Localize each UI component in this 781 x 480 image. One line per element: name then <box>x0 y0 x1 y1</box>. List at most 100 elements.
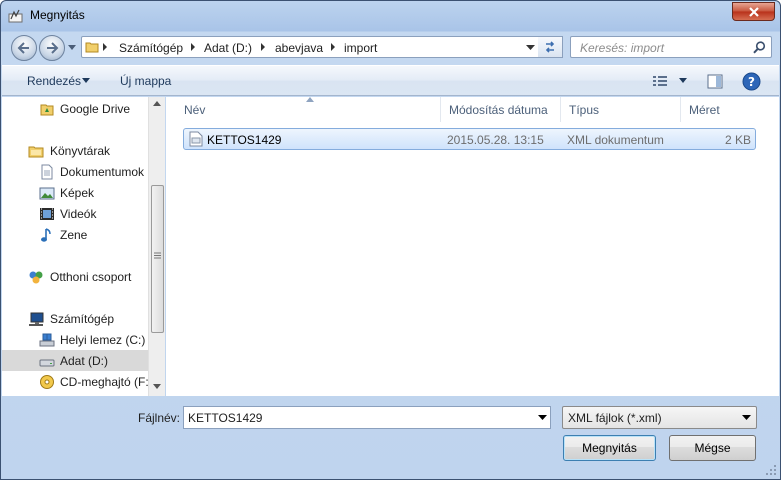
file-name: KETTOS1429 <box>207 133 282 147</box>
file-size: 2 KB <box>724 133 751 147</box>
column-header-type[interactable]: Típus <box>561 97 681 122</box>
chevron-right-icon <box>103 43 107 51</box>
open-file-dialog: Megnyitás Számítógép Adat (D:) abevjava … <box>0 0 781 480</box>
column-header-date[interactable]: Módosítás dátuma <box>441 97 561 122</box>
nav-label: CD-meghajtó (F: <box>60 375 148 389</box>
cd-drive-icon <box>40 375 54 389</box>
filename-input[interactable]: KETTOS1429 <box>183 406 551 429</box>
close-button[interactable] <box>732 2 775 21</box>
file-row[interactable]: KETTOS1429 2015.05.28. 13:15 XML dokumen… <box>183 128 756 150</box>
nav-item-videos[interactable]: Videók <box>2 203 148 224</box>
navigation-pane: Google Drive Könyvtárak Dokumentumok Kép… <box>2 97 148 396</box>
scroll-up-icon[interactable] <box>153 101 161 106</box>
column-label: Típus <box>569 103 600 117</box>
chevron-down-icon <box>742 415 751 420</box>
chevron-down-icon[interactable] <box>538 415 547 420</box>
column-header-size[interactable]: Méret <box>681 97 756 122</box>
file-list: Név Módosítás dátuma Típus Méret KETTOS1… <box>166 97 779 396</box>
filename-value: KETTOS1429 <box>188 411 263 425</box>
nav-label: Helyi lemez (C:) <box>60 333 146 347</box>
pictures-icon <box>39 187 55 200</box>
app-icon <box>8 9 23 23</box>
nav-label: Zene <box>60 228 88 242</box>
nav-label: Számítógép <box>50 312 115 326</box>
documents-icon <box>41 164 53 180</box>
help-icon[interactable]: ? <box>742 72 761 91</box>
nav-label: Könyvtárak <box>50 144 111 158</box>
crumb-computer[interactable]: Számítógép <box>119 41 183 55</box>
scroll-down-icon[interactable] <box>153 384 161 389</box>
local-disk-icon <box>39 333 55 347</box>
chevron-right-icon[interactable] <box>260 43 266 51</box>
file-type-select[interactable]: XML fájlok (*.xml) <box>562 406 757 429</box>
open-button[interactable]: Megnyitás <box>563 435 656 461</box>
nav-item-libraries[interactable]: Könyvtárak <box>2 140 148 161</box>
nav-item-google-drive[interactable]: Google Drive <box>2 98 148 119</box>
nav-item-pictures[interactable]: Képek <box>2 182 148 203</box>
arrow-left-icon <box>17 42 29 54</box>
nav-item-music[interactable]: Zene <box>2 224 148 245</box>
nav-item-local-disk-c[interactable]: Helyi lemez (C:) <box>2 329 148 350</box>
nav-label: Adat (D:) <box>60 354 109 368</box>
nav-item-documents[interactable]: Dokumentumok <box>2 161 148 182</box>
organize-button[interactable]: Rendezés <box>27 74 81 88</box>
computer-icon <box>29 312 44 326</box>
toolbar: Rendezés Új mappa ? <box>2 65 779 96</box>
scrollbar-thumb[interactable] <box>151 185 164 333</box>
chevron-down-icon[interactable] <box>526 45 535 50</box>
preview-pane-icon[interactable] <box>707 74 723 89</box>
recent-locations-dropdown[interactable] <box>68 45 76 50</box>
xml-file-icon <box>189 131 203 147</box>
nav-label: Otthoni csoport <box>50 270 132 284</box>
search-icon[interactable] <box>753 41 766 54</box>
crumb-import[interactable]: import <box>344 41 377 55</box>
arrow-right-icon <box>47 42 59 54</box>
nav-item-cd-drive[interactable]: CD-meghajtó (F: <box>2 371 148 392</box>
file-date: 2015.05.28. 13:15 <box>447 133 544 147</box>
column-label: Méret <box>689 103 720 117</box>
music-icon <box>41 228 51 242</box>
column-label: Módosítás dátuma <box>449 103 548 117</box>
grip-icon <box>154 252 161 259</box>
homegroup-icon <box>29 271 43 284</box>
svg-text:?: ? <box>748 75 755 89</box>
chevron-down-icon[interactable] <box>82 78 90 83</box>
nav-label: Dokumentumok <box>60 165 145 179</box>
refresh-icon <box>545 41 555 53</box>
search-input[interactable]: Keresés: import <box>570 36 772 58</box>
nav-label: Videók <box>60 207 97 221</box>
crumb-drive[interactable]: Adat (D:) <box>204 41 252 55</box>
refresh-button[interactable] <box>538 36 563 58</box>
nav-label: Képek <box>60 186 95 200</box>
nav-label: Google Drive <box>60 102 131 116</box>
chevron-down-icon[interactable] <box>679 78 687 83</box>
new-folder-button[interactable]: Új mappa <box>120 74 171 88</box>
chevron-right-icon[interactable] <box>330 43 336 51</box>
drive-icon <box>39 359 55 367</box>
window-title: Megnyitás <box>30 8 85 22</box>
resize-grip-icon[interactable] <box>766 465 777 476</box>
search-placeholder: Keresés: import <box>580 41 665 55</box>
navigation-scrollbar[interactable] <box>148 97 165 396</box>
chevron-right-icon[interactable] <box>190 43 196 51</box>
libraries-icon <box>28 146 44 158</box>
back-button[interactable] <box>11 35 37 61</box>
google-drive-icon <box>40 104 54 116</box>
address-bar[interactable]: Számítógép Adat (D:) abevjava import <box>81 36 563 58</box>
nav-item-homegroup[interactable]: Otthoni csoport <box>2 266 148 287</box>
view-options-icon[interactable] <box>652 74 668 88</box>
title-bar: Megnyitás <box>1 1 780 31</box>
forward-button[interactable] <box>39 35 65 61</box>
crumb-abevjava[interactable]: abevjava <box>275 41 323 55</box>
column-header-name[interactable]: Név <box>176 97 441 122</box>
folder-icon <box>85 42 99 53</box>
nav-item-computer[interactable]: Számítógép <box>2 308 148 329</box>
cancel-button[interactable]: Mégse <box>669 435 756 461</box>
column-label: Név <box>184 103 206 117</box>
videos-icon <box>40 208 54 220</box>
file-type-value: XML fájlok (*.xml) <box>568 411 662 425</box>
nav-item-data-d[interactable]: Adat (D:) <box>2 350 148 371</box>
filename-label: Fájlnév: <box>138 411 181 425</box>
file-type: XML dokumentum <box>567 133 664 147</box>
close-icon <box>749 7 759 17</box>
